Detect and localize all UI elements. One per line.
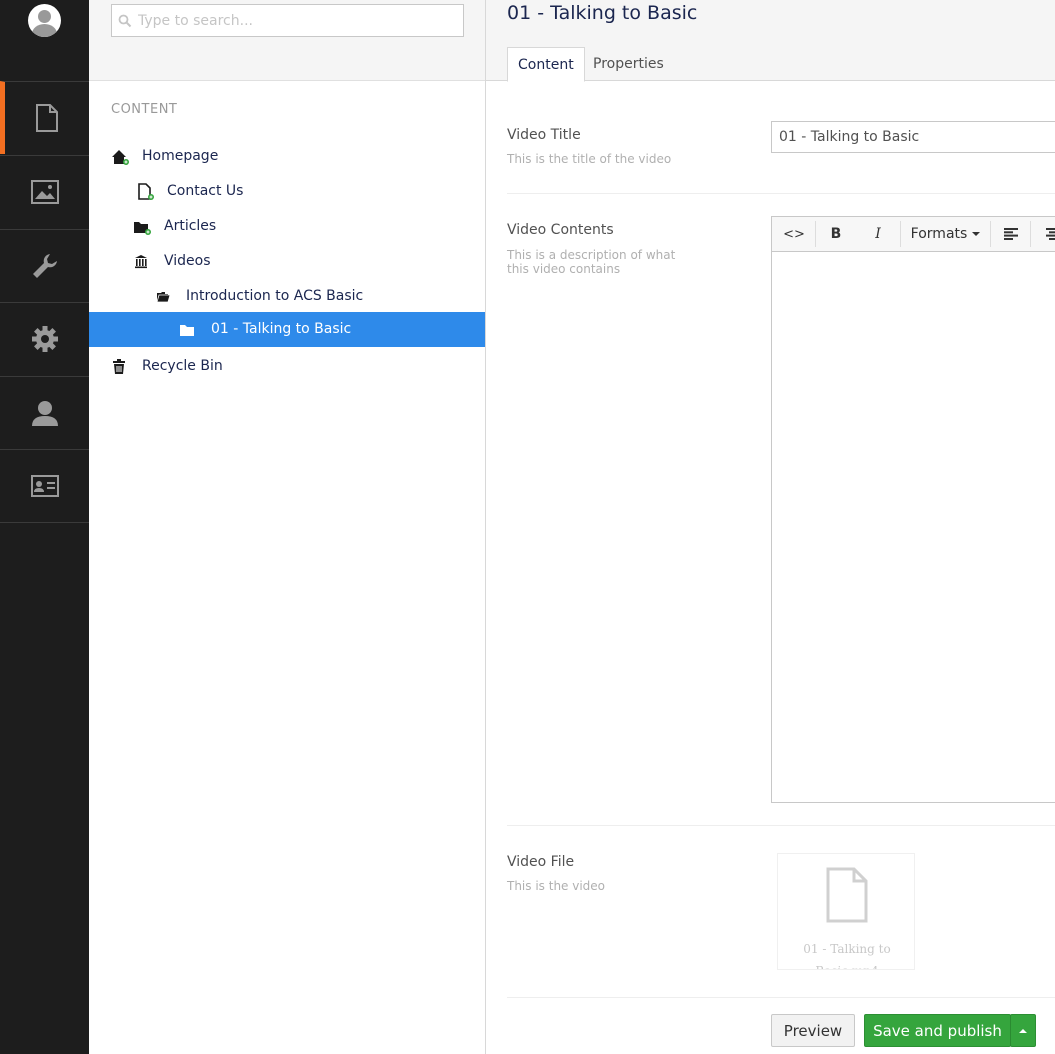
tree-node-talking-to-basic[interactable]: 01 - Talking to Basic <box>89 312 485 347</box>
divider <box>507 193 1055 194</box>
tree-node-videos[interactable]: Videos <box>89 244 485 279</box>
document-icon <box>36 104 58 132</box>
video-title-input[interactable] <box>771 121 1055 153</box>
align-center-icon <box>1046 228 1055 240</box>
tree-node-label: Introduction to ACS Basic <box>186 288 364 304</box>
trash-icon <box>113 359 125 374</box>
formats-label: Formats <box>910 226 968 242</box>
italic-button[interactable]: I <box>862 217 894 251</box>
align-center-button[interactable] <box>1040 217 1055 251</box>
editor-header: 01 - Talking to Basic Content Properties <box>486 0 1055 82</box>
user-icon <box>31 401 58 426</box>
caret-up-icon <box>1019 1028 1027 1033</box>
tree-node-label: Articles <box>164 218 217 234</box>
divider <box>507 825 1055 826</box>
divider <box>507 997 1055 998</box>
wrench-icon <box>32 254 57 278</box>
search-input[interactable] <box>138 5 458 36</box>
rte-toolbar: <> B I Formats <box>772 217 1055 252</box>
nav-members-section[interactable] <box>0 449 89 522</box>
image-icon <box>30 180 59 204</box>
id-card-icon <box>30 475 59 497</box>
nav-developer-section[interactable] <box>0 302 89 375</box>
library-icon <box>135 255 147 269</box>
video-file-tile[interactable]: 01 - Talking to Basic.mp4 <box>777 853 915 970</box>
tree-node-label: Recycle Bin <box>142 358 223 374</box>
tree-node-label: Homepage <box>142 148 219 164</box>
folder-icon <box>134 222 151 235</box>
file-icon <box>826 867 868 923</box>
video-title-label: Video Title <box>507 127 581 143</box>
document-icon <box>138 183 154 200</box>
tree-node-label: Contact Us <box>167 183 244 199</box>
content-editor: 01 - Talking to Basic Content Properties… <box>486 0 1055 1054</box>
tree-node-introduction[interactable]: Introduction to ACS Basic <box>89 279 485 314</box>
content-tree-panel: CONTENT Homepage Contact Us Articles <box>89 0 486 1054</box>
tree-search-area <box>89 0 485 81</box>
home-icon <box>112 150 129 165</box>
search-box[interactable] <box>111 4 464 37</box>
source-code-button[interactable]: <> <box>778 217 810 251</box>
nav-media-section[interactable] <box>0 155 89 228</box>
tree-node-contact-us[interactable]: Contact Us <box>89 174 485 209</box>
user-avatar[interactable] <box>28 4 61 37</box>
search-icon <box>118 14 132 28</box>
tree-section-title: CONTENT <box>111 102 178 117</box>
preview-button[interactable]: Preview <box>771 1014 855 1047</box>
video-title-description: This is the title of the video <box>507 152 672 166</box>
video-contents-description: This is a description of what this video… <box>507 248 676 276</box>
main-navigation <box>0 0 89 1054</box>
gear-icon <box>31 326 58 352</box>
page-title: 01 - Talking to Basic <box>507 2 698 24</box>
tree-node-label: Videos <box>164 253 211 269</box>
align-left-button[interactable] <box>998 217 1024 251</box>
nav-settings-section[interactable] <box>0 229 89 302</box>
nav-content-section[interactable] <box>0 81 89 154</box>
bold-button[interactable]: B <box>820 217 852 251</box>
folder-open-icon <box>156 292 171 303</box>
video-file-label: Video File <box>507 854 575 870</box>
align-left-icon <box>1004 228 1018 240</box>
save-and-publish-button[interactable]: Save and publish <box>864 1014 1011 1047</box>
video-contents-label: Video Contents <box>507 222 614 238</box>
video-file-name: 01 - Talking to Basic.mp4 <box>803 942 891 969</box>
tree-node-recycle-bin[interactable]: Recycle Bin <box>89 349 485 384</box>
tree-node-articles[interactable]: Articles <box>89 209 485 244</box>
tab-content[interactable]: Content <box>507 47 585 82</box>
nav-users-section[interactable] <box>0 376 89 449</box>
folder-icon <box>180 325 194 336</box>
rich-text-editor[interactable]: <> B I Formats <box>771 216 1055 803</box>
formats-dropdown[interactable]: Formats <box>908 217 984 251</box>
tree-node-homepage[interactable]: Homepage <box>89 139 485 174</box>
tree-node-label: 01 - Talking to Basic <box>211 321 352 337</box>
video-file-description: This is the video <box>507 879 606 893</box>
caret-down-icon <box>972 232 981 236</box>
publish-options-button[interactable] <box>1010 1014 1036 1047</box>
tab-properties[interactable]: Properties <box>583 47 674 81</box>
